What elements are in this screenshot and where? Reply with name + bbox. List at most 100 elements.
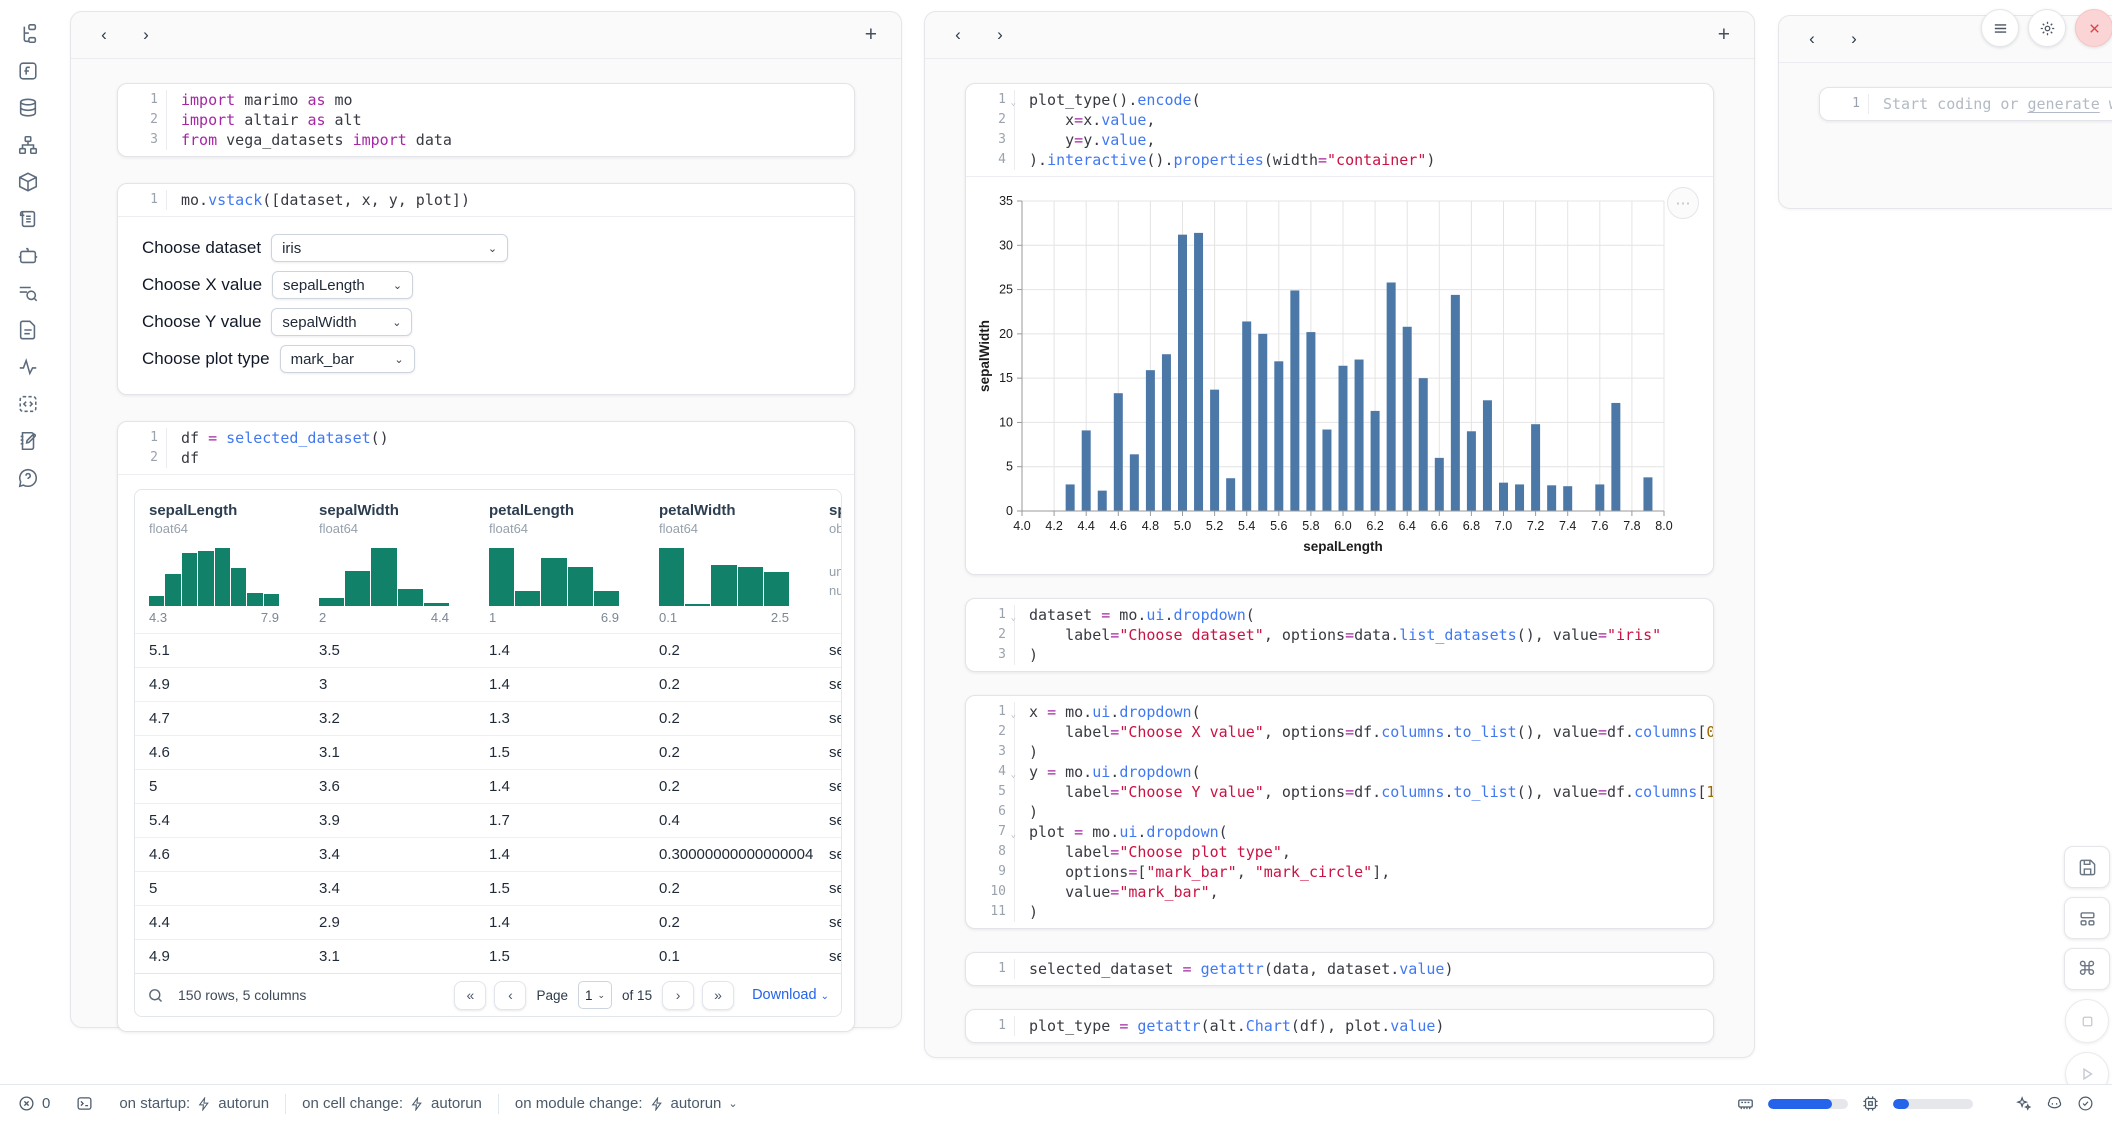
- prev-page-button[interactable]: ‹: [494, 981, 526, 1010]
- keyboard-shortcuts-button[interactable]: ⌘: [2064, 948, 2110, 990]
- table-cell: 4.9: [135, 668, 305, 701]
- code-text: df = selected_dataset(): [167, 428, 389, 448]
- svg-text:5: 5: [1006, 460, 1013, 474]
- layout-button[interactable]: [2064, 897, 2110, 939]
- column-header[interactable]: sepalWidthfloat6424.4: [305, 490, 475, 633]
- column-header[interactable]: petalLengthfloat6416.9: [475, 490, 645, 633]
- file-tree-icon[interactable]: [16, 22, 40, 46]
- ai-sparkle-button[interactable]: [2015, 1095, 2032, 1112]
- svg-text:6.0: 6.0: [1334, 519, 1351, 533]
- cell-dataset-dropdown[interactable]: 1⌄dataset = mo.ui.dropdown(2 label="Choo…: [965, 598, 1714, 672]
- tracing-icon[interactable]: [16, 355, 40, 379]
- cell-empty[interactable]: 1 Start coding or generate with: [1819, 87, 2112, 121]
- find-replace-icon[interactable]: [16, 281, 40, 305]
- dependency-graph-icon[interactable]: [16, 133, 40, 157]
- dropdown-label: Choose plot type: [142, 349, 270, 369]
- cell-selected-dataset[interactable]: 1selected_dataset = getattr(data, datase…: [965, 952, 1714, 986]
- line-number: 6: [966, 802, 1015, 822]
- chart-actions-button[interactable]: ⋯: [1667, 187, 1699, 219]
- code-line: 11): [966, 902, 1713, 922]
- cell-imports[interactable]: 1import marimo as mo2import altair as al…: [117, 83, 855, 157]
- code-editor[interactable]: 1⌄plot_type().encode(2 x=x.value,3 y=y.v…: [966, 84, 1713, 176]
- code-line: 4).interactive().properties(width="conta…: [966, 150, 1713, 170]
- y-value-select[interactable]: sepalWidth⌄: [271, 308, 412, 336]
- download-button[interactable]: Download ⌄: [752, 987, 829, 1003]
- scratchpad-icon[interactable]: [16, 429, 40, 453]
- code-editor[interactable]: 1plot_type = getattr(alt.Chart(df), plot…: [966, 1010, 1713, 1042]
- logs-icon[interactable]: [16, 207, 40, 231]
- column-header[interactable]: petalWidthfloat640.12.5: [645, 490, 815, 633]
- ai-chat-icon[interactable]: [16, 244, 40, 268]
- code-editor[interactable]: 1⌄x = mo.ui.dropdown(2 label="Choose X v…: [966, 696, 1713, 928]
- page-select[interactable]: 1⌄: [578, 981, 612, 1009]
- altair-chart[interactable]: 4.04.24.44.64.85.05.25.45.65.86.06.26.46…: [976, 189, 1709, 566]
- svg-text:6.2: 6.2: [1366, 519, 1383, 533]
- package-icon[interactable]: [16, 170, 40, 194]
- connection-status-button[interactable]: [2077, 1095, 2094, 1112]
- dataset-select[interactable]: iris⌄: [271, 234, 508, 262]
- svg-text:5.0: 5.0: [1174, 519, 1191, 533]
- on-startup-setting[interactable]: on startup: autorun: [119, 1095, 269, 1112]
- code-text: label="Choose X value", options=df.colum…: [1015, 722, 1713, 742]
- cell-plot-type[interactable]: 1plot_type = getattr(alt.Chart(df), plot…: [965, 1009, 1714, 1043]
- add-cell-button[interactable]: +: [1718, 23, 1730, 47]
- table-cell: 1.5: [475, 872, 645, 905]
- cell-vstack[interactable]: 1mo.vstack([dataset, x, y, plot]) Choose…: [117, 183, 855, 395]
- settings-button[interactable]: [2028, 9, 2066, 47]
- terminal-button[interactable]: [76, 1095, 93, 1112]
- code-editor[interactable]: 1⌄dataset = mo.ui.dropdown(2 label="Choo…: [966, 599, 1713, 671]
- code-editor[interactable]: 1import marimo as mo2import altair as al…: [118, 84, 854, 156]
- bolt-icon: [650, 1097, 664, 1111]
- on-module-change-setting[interactable]: on module change: autorun ⌄: [515, 1095, 738, 1112]
- code-text: ): [1015, 902, 1038, 922]
- column-meta: unique:nulls:: [829, 548, 842, 606]
- column-forward-button[interactable]: ›: [991, 25, 1009, 45]
- generate-link[interactable]: generate: [2028, 95, 2100, 113]
- line-number: 11: [966, 902, 1015, 922]
- database-icon[interactable]: [16, 96, 40, 120]
- save-button[interactable]: [2064, 846, 2110, 888]
- code-editor[interactable]: 1df = selected_dataset()2df: [118, 422, 854, 474]
- column-forward-button[interactable]: ›: [1845, 29, 1863, 49]
- search-icon[interactable]: [147, 987, 164, 1004]
- stop-button[interactable]: [2065, 999, 2109, 1043]
- functions-icon[interactable]: [16, 59, 40, 83]
- table-cell: 1.5: [475, 736, 645, 769]
- first-page-button[interactable]: «: [454, 981, 486, 1010]
- column-back-button[interactable]: ‹: [95, 25, 113, 45]
- code-editor[interactable]: 1 Start coding or generate with: [1820, 88, 2112, 120]
- column-header[interactable]: sepalLengthfloat644.37.9: [135, 490, 305, 633]
- last-page-button[interactable]: »: [702, 981, 734, 1010]
- help-icon[interactable]: [16, 466, 40, 490]
- table-row: 4.42.91.40.2setosa: [135, 905, 841, 939]
- copilot-button[interactable]: [2046, 1095, 2063, 1112]
- column-type: float64: [319, 521, 449, 536]
- x-value-select[interactable]: sepalLength⌄: [272, 271, 413, 299]
- add-cell-button[interactable]: +: [865, 23, 877, 47]
- status-bar: 0 on startup: autorun on cell change: au…: [0, 1084, 2112, 1122]
- snippets-icon[interactable]: [16, 392, 40, 416]
- table-cell: 0.2: [645, 872, 815, 905]
- menu-button[interactable]: [1981, 9, 2019, 47]
- cell-dataframe[interactable]: 1df = selected_dataset()2df sepalLengthf…: [117, 421, 855, 1032]
- on-cell-change-setting[interactable]: on cell change: autorun: [302, 1095, 482, 1112]
- column-back-button[interactable]: ‹: [949, 25, 967, 45]
- code-editor[interactable]: 1mo.vstack([dataset, x, y, plot]): [118, 184, 854, 216]
- close-button[interactable]: [2075, 9, 2112, 47]
- column-header[interactable]: speciesobjectunique:nulls:: [815, 490, 842, 633]
- next-page-button[interactable]: ›: [662, 981, 694, 1010]
- column-back-button[interactable]: ‹: [1803, 29, 1821, 49]
- table-cell: 3.4: [305, 838, 475, 871]
- table-cell: setosa: [815, 702, 842, 735]
- documentation-icon[interactable]: [16, 318, 40, 342]
- table-row: 5.13.51.40.2setosa: [135, 633, 841, 667]
- cell-chart[interactable]: 1⌄plot_type().encode(2 x=x.value,3 y=y.v…: [965, 83, 1714, 575]
- error-count-button[interactable]: 0: [18, 1095, 50, 1112]
- plot-type-select[interactable]: mark_bar⌄: [280, 345, 415, 373]
- column-name: sepalWidth: [319, 502, 449, 519]
- line-number: 1⌄: [966, 702, 1015, 722]
- code-editor[interactable]: 1selected_dataset = getattr(data, datase…: [966, 953, 1713, 985]
- column-forward-button[interactable]: ›: [137, 25, 155, 45]
- cell-xyplot-dropdowns[interactable]: 1⌄x = mo.ui.dropdown(2 label="Choose X v…: [965, 695, 1714, 929]
- column-type: float64: [489, 521, 619, 536]
